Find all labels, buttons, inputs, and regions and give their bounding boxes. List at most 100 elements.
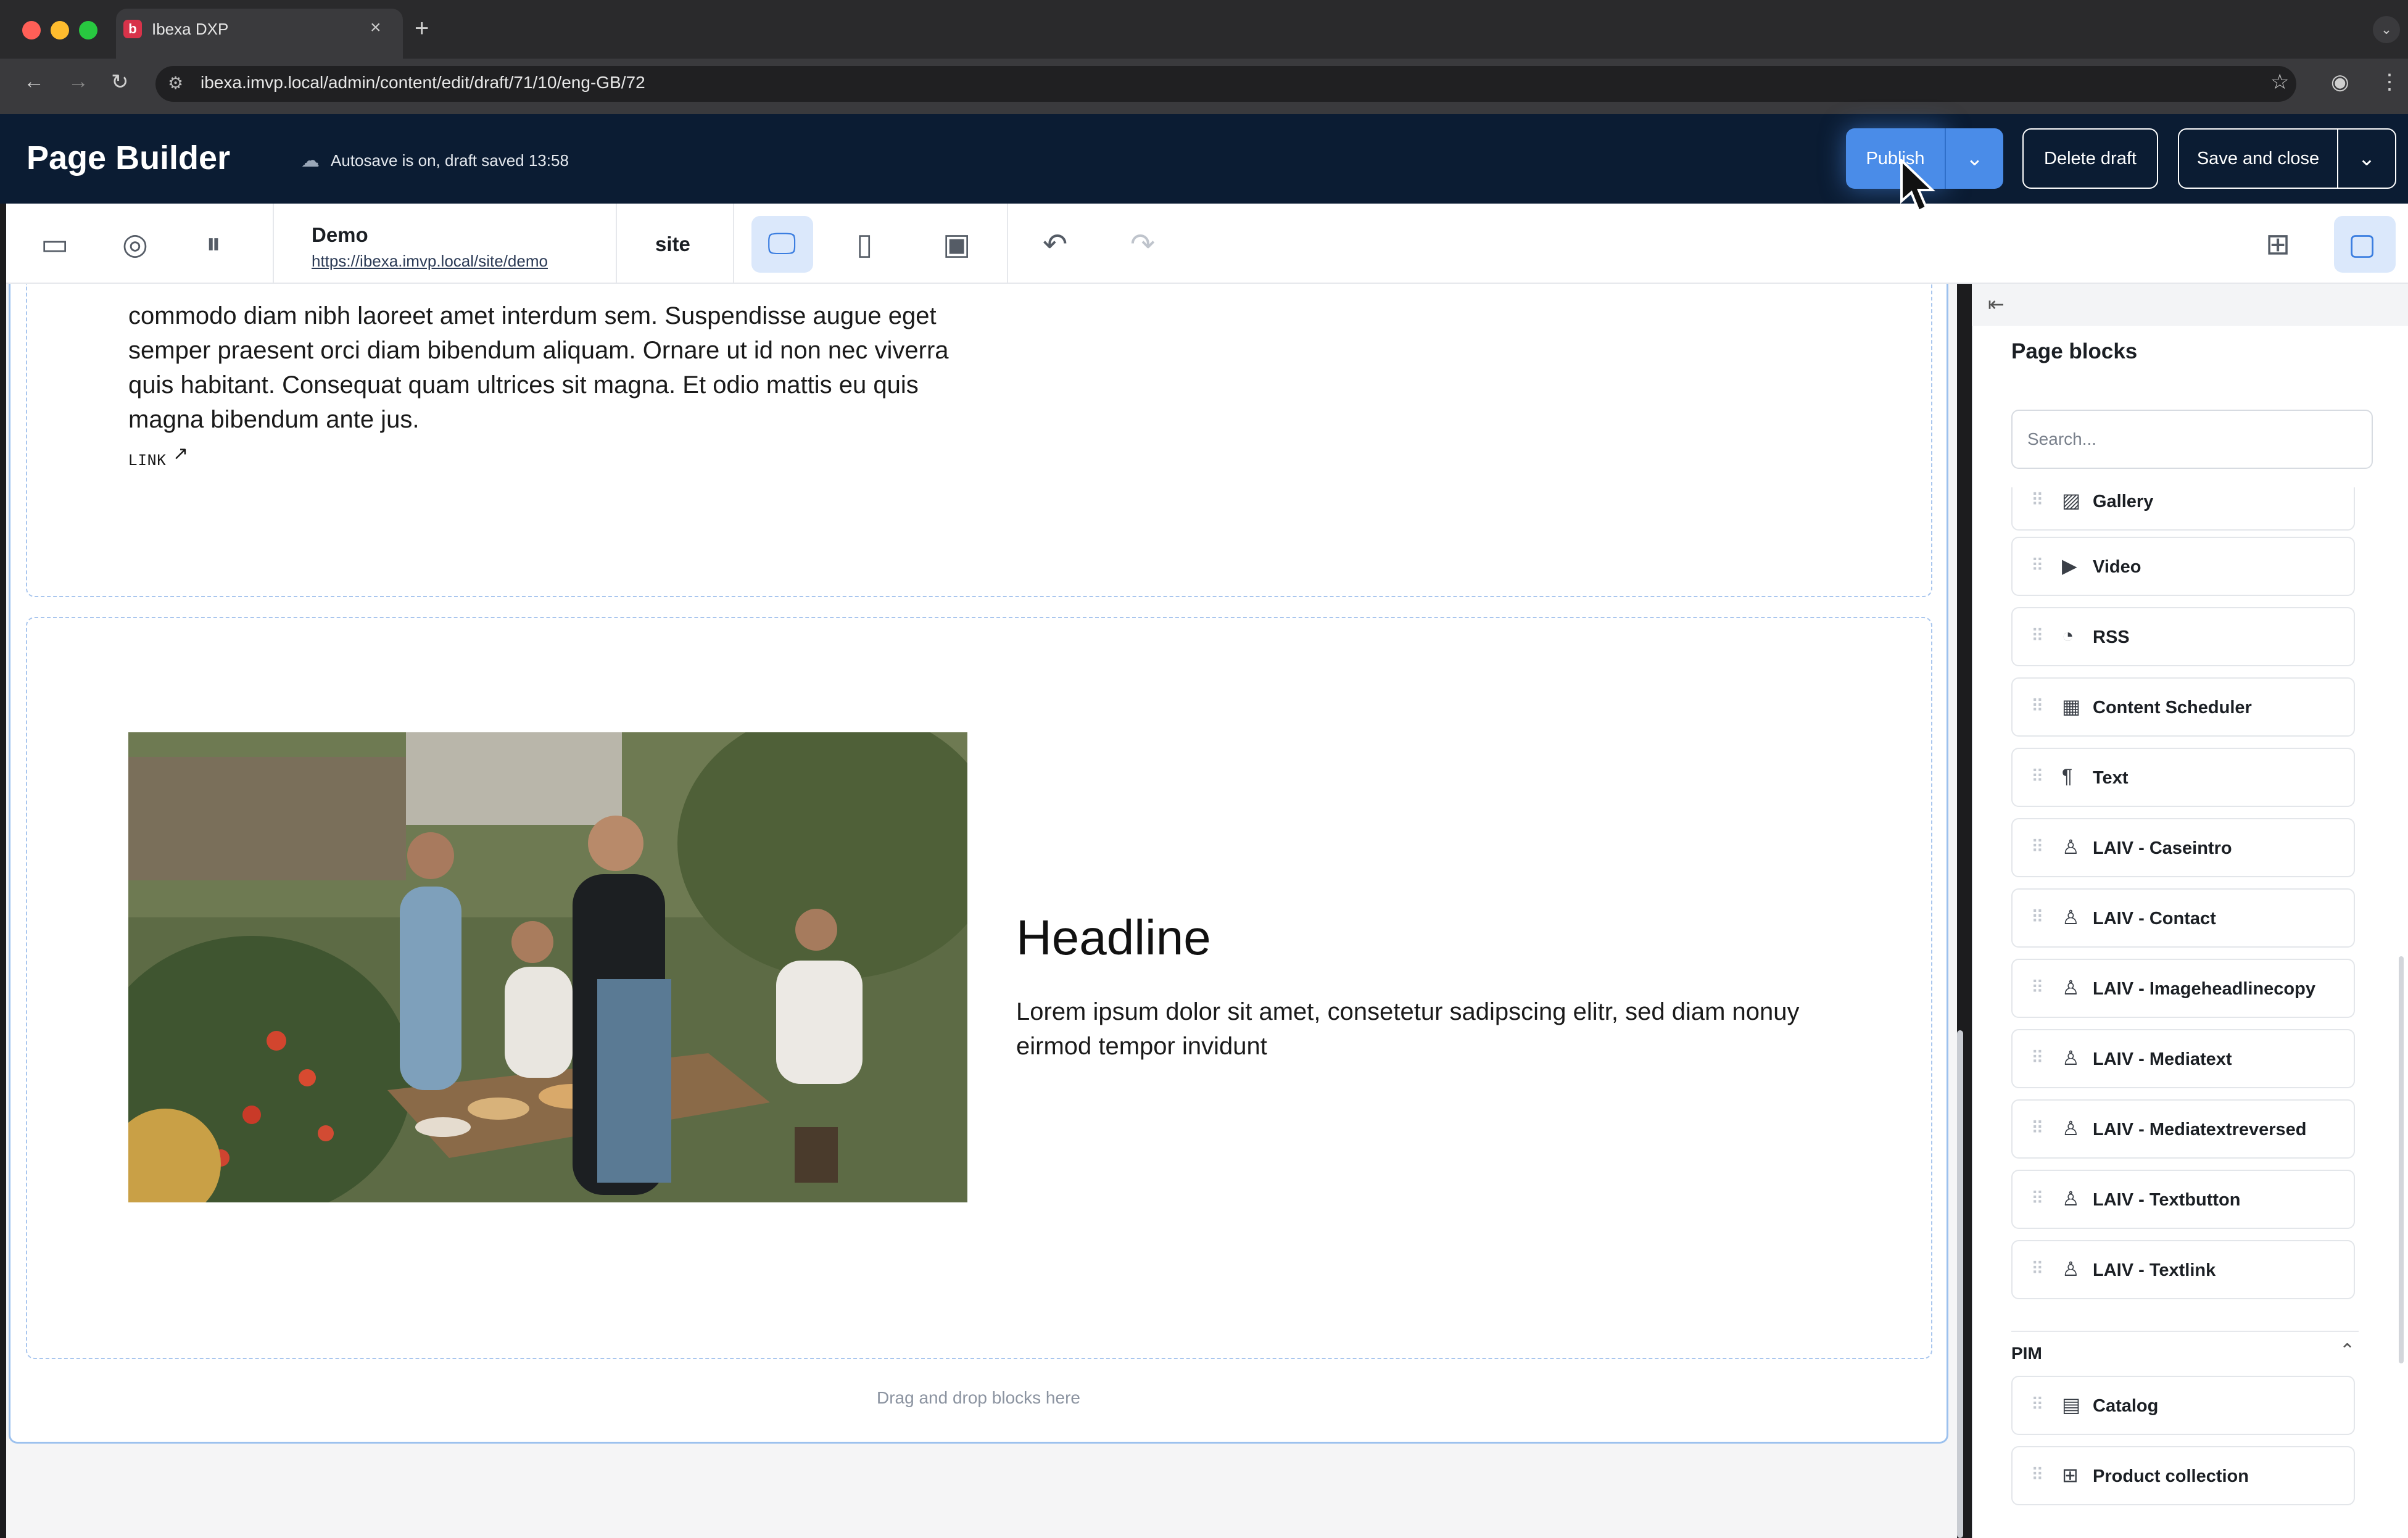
window-close-button[interactable] — [22, 21, 41, 39]
block-item-label: Product collection — [2093, 1466, 2249, 1486]
address-text[interactable]: ibexa.imvp.local/admin/content/edit/draf… — [201, 73, 645, 93]
tab-search-icon[interactable]: ⌄ — [2373, 16, 2400, 43]
drag-handle-icon[interactable]: ⠿ — [2031, 555, 2043, 576]
mobile-view-icon[interactable]: ▣ — [943, 227, 970, 262]
block-item-label: LAIV - Mediatext — [2093, 1049, 2232, 1069]
block-copy-text: Lorem ipsum dolor sit amet, consetetur s… — [1016, 998, 1800, 1060]
block-item-gallery[interactable]: ⠿ ▨ Gallery — [2011, 487, 2355, 531]
toolbar-divider — [733, 204, 734, 284]
calendar-icon: ▦ — [2062, 695, 2081, 717]
block-item-text[interactable]: ⠿ ¶ Text — [2011, 748, 2355, 807]
block-item-label: Gallery — [2093, 492, 2154, 511]
drag-handle-icon[interactable]: ⠿ — [2031, 766, 2043, 787]
mouse-cursor-icon — [1899, 157, 1936, 218]
group-divider — [2011, 1331, 2359, 1332]
laiv-icon: ♙ — [2062, 1258, 2080, 1280]
drag-handle-icon[interactable]: ⠿ — [2031, 1465, 2043, 1485]
autosave-status: Autosave is on, draft saved 13:58 — [331, 151, 569, 170]
more-icon[interactable]: ⋮ — [2379, 70, 2400, 94]
drag-handle-icon[interactable]: ⠿ — [2031, 1394, 2043, 1415]
block-item-label: LAIV - Contact — [2093, 909, 2216, 928]
drag-handle-icon[interactable]: ⠿ — [2031, 490, 2043, 510]
site-settings-icon[interactable]: ⚙ — [168, 73, 183, 93]
laiv-icon: ♙ — [2062, 1188, 2080, 1210]
drag-handle-icon[interactable]: ⠿ — [2031, 626, 2043, 646]
block-list: ⠿ ▨ Gallery ⠿ ▶ Video ⠿ ◔ RSS ⠿ ▦ Conten… — [1972, 487, 2408, 1538]
tablet-view-icon[interactable]: ▯ — [856, 227, 872, 262]
canvas-scrollbar[interactable] — [1957, 1030, 1963, 1538]
site-url-link[interactable]: https://ibexa.imvp.local/site/demo — [312, 252, 548, 271]
forward-icon[interactable]: → — [68, 70, 89, 94]
profile-icon[interactable]: ◉ — [2331, 70, 2349, 94]
window-minimize-button[interactable] — [51, 21, 69, 39]
drag-handle-icon[interactable]: ⠿ — [2031, 977, 2043, 998]
fields-icon[interactable]: ⏸ — [206, 227, 221, 262]
redo-icon[interactable]: ↷ — [1130, 227, 1155, 262]
bookmark-star-icon[interactable]: ☆ — [2270, 70, 2289, 94]
block-item-label: Video — [2093, 557, 2141, 577]
block-item-laiv-textlink[interactable]: ⠿ ♙ LAIV - Textlink — [2011, 1240, 2355, 1299]
block-search-input[interactable] — [2011, 410, 2373, 469]
panel-header-bar — [1972, 284, 2408, 326]
group-label-pim[interactable]: PIM — [2011, 1344, 2042, 1363]
drag-handle-icon[interactable]: ⠿ — [2031, 1188, 2043, 1209]
block-item-video[interactable]: ⠿ ▶ Video — [2011, 537, 2355, 596]
product-collection-icon: ⊞ — [2062, 1464, 2079, 1486]
collapse-panel-icon[interactable]: ⇤ — [1988, 292, 2005, 316]
siteaccess-label[interactable]: site — [655, 233, 690, 256]
block-item-content-scheduler[interactable]: ⠿ ▦ Content Scheduler — [2011, 677, 2355, 737]
tab-close-icon[interactable]: × — [370, 17, 381, 38]
desktop-view-icon[interactable]: 🖵 — [767, 227, 796, 262]
laiv-icon: ♙ — [2062, 836, 2080, 858]
blocks-panel-icon[interactable]: ▢ — [2348, 227, 2376, 262]
block-link[interactable]: LINK — [128, 452, 167, 469]
block-item-label: LAIV - Caseintro — [2093, 838, 2232, 858]
laiv-icon: ♙ — [2062, 977, 2080, 999]
back-icon[interactable]: ← — [23, 70, 44, 94]
window-zoom-button[interactable] — [79, 21, 97, 39]
block-item-laiv-textbutton[interactable]: ⠿ ♙ LAIV - Textbutton — [2011, 1170, 2355, 1229]
reload-icon[interactable]: ↻ — [111, 70, 129, 94]
block-body-text: commodo diam nibh laoreet amet interdum … — [128, 302, 949, 433]
block-item-label: Text — [2093, 768, 2129, 788]
cloud-sync-icon: ☁ — [301, 151, 320, 171]
laiv-icon: ♙ — [2062, 1047, 2080, 1069]
block-item-label: LAIV - Textlink — [2093, 1260, 2216, 1280]
undo-icon[interactable]: ↶ — [1043, 227, 1067, 262]
block-item-laiv-caseintro[interactable]: ⠿ ♙ LAIV - Caseintro — [2011, 818, 2355, 877]
delete-draft-button[interactable]: Delete draft — [2022, 128, 2158, 189]
block-item-product-collection[interactable]: ⠿ ⊞ Product collection — [2011, 1446, 2355, 1505]
drag-handle-icon[interactable]: ⠿ — [2031, 696, 2043, 716]
tab-favicon-icon: b — [123, 20, 142, 38]
block-item-label: LAIV - Imageheadlinecopy — [2093, 979, 2315, 999]
publish-dropdown-button[interactable]: ⌄ — [1945, 128, 2003, 189]
chevron-up-icon[interactable]: ⌃ — [2340, 1340, 2355, 1362]
structure-panel-icon[interactable]: ▭ — [41, 227, 68, 262]
drag-handle-icon[interactable]: ⠿ — [2031, 1048, 2043, 1068]
panel-scrollbar[interactable] — [2399, 956, 2404, 1363]
drag-handle-icon[interactable]: ⠿ — [2031, 907, 2043, 927]
user-preview-icon[interactable]: ◎ — [122, 227, 148, 262]
new-tab-icon[interactable]: + — [415, 15, 429, 43]
drag-handle-icon[interactable]: ⠿ — [2031, 1118, 2043, 1138]
catalog-icon: ▤ — [2062, 1394, 2081, 1416]
laiv-icon: ♙ — [2062, 1117, 2080, 1139]
save-dropdown-button[interactable]: ⌄ — [2337, 128, 2396, 189]
arrow-up-right-icon: ↗ — [173, 444, 189, 464]
drag-handle-icon[interactable]: ⠿ — [2031, 1259, 2043, 1279]
video-icon: ▶ — [2062, 555, 2077, 577]
panel-title: Page blocks — [2011, 339, 2138, 363]
block-item-laiv-contact[interactable]: ⠿ ♙ LAIV - Contact — [2011, 888, 2355, 948]
save-and-close-button[interactable]: Save and close — [2178, 128, 2338, 189]
page-title: Page Builder — [27, 139, 231, 176]
drop-zone[interactable]: Drag and drop blocks here — [6, 1388, 1951, 1408]
block-item-rss[interactable]: ⠿ ◔ RSS — [2011, 607, 2355, 666]
site-name: Demo — [312, 223, 368, 246]
structure-tree-icon[interactable]: ⊞ — [2265, 227, 2290, 262]
block-item-catalog[interactable]: ⠿ ▤ Catalog — [2011, 1376, 2355, 1435]
block-item-laiv-mediatext[interactable]: ⠿ ♙ LAIV - Mediatext — [2011, 1029, 2355, 1088]
drag-handle-icon[interactable]: ⠿ — [2031, 837, 2043, 857]
block-item-laiv-mediatextreversed[interactable]: ⠿ ♙ LAIV - Mediatextreversed — [2011, 1099, 2355, 1159]
block-item-laiv-imageheadlinecopy[interactable]: ⠿ ♙ LAIV - Imageheadlinecopy — [2011, 959, 2355, 1018]
tab-title: Ibexa DXP — [152, 20, 229, 38]
